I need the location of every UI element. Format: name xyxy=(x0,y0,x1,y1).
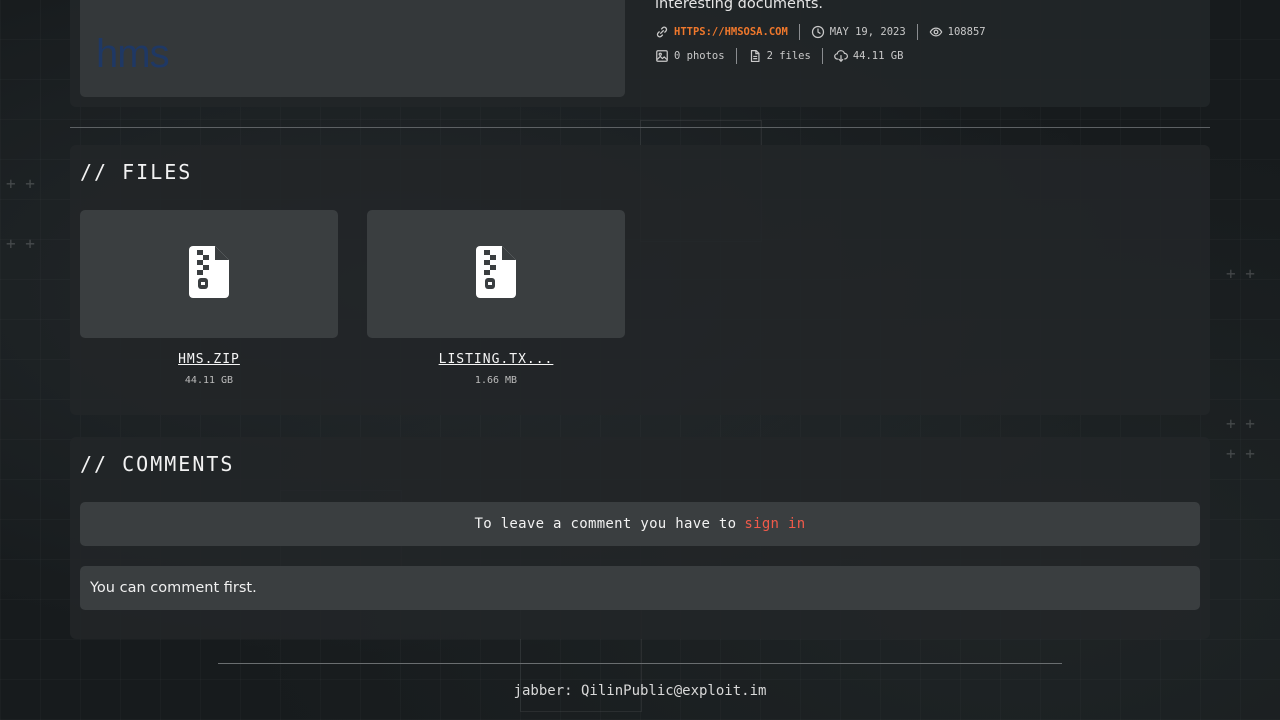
file-tile[interactable] xyxy=(367,210,625,338)
file-icon xyxy=(748,49,762,63)
files-meta: 2 files xyxy=(748,49,811,63)
file-tile[interactable] xyxy=(80,210,338,338)
file-zipper-icon xyxy=(189,246,229,302)
thumbnail-overlay xyxy=(80,0,625,97)
background-decoration: + + xyxy=(6,234,35,253)
comments-section-title: // COMMENTS xyxy=(80,452,235,476)
eye-icon xyxy=(929,25,943,39)
website-meta[interactable]: HTTPS://HMSOSA.COM xyxy=(655,25,788,39)
empty-comments-message: You can comment first. xyxy=(80,566,1200,610)
view-count: 108857 xyxy=(947,26,986,38)
views-meta: 108857 xyxy=(929,25,986,39)
files-count: 2 files xyxy=(766,50,811,62)
background-decoration: + + xyxy=(1226,264,1255,283)
meta-separator xyxy=(821,48,823,64)
signin-prompt-text: To leave a comment you have to xyxy=(474,516,737,532)
post-description: interesting documents. xyxy=(655,0,823,12)
meta-separator xyxy=(735,48,737,64)
clock-icon xyxy=(811,25,825,39)
file-size: 1.66 MB xyxy=(474,375,518,386)
date-meta: MAY 19, 2023 xyxy=(811,25,906,39)
meta-separator xyxy=(916,24,918,40)
footer-contact: jabber: QilinPublic@exploit.im xyxy=(513,683,767,699)
image-icon xyxy=(655,49,669,63)
meta-separator xyxy=(798,24,800,40)
file-name-link[interactable]: HMS.ZIP xyxy=(80,352,338,367)
empty-comments-text: You can comment first. xyxy=(90,580,257,596)
cloud-download-icon xyxy=(834,49,848,63)
background-decoration: + + xyxy=(1226,444,1255,463)
post-meta-row-2: 0 photos 2 files 44.11 GB xyxy=(655,48,903,64)
photos-meta: 0 photos xyxy=(655,49,725,63)
files-section-title: // FILES xyxy=(80,160,193,184)
background-decoration: + + xyxy=(6,174,35,193)
file-name-link[interactable]: LISTING.TX... xyxy=(367,352,625,367)
total-size: 44.11 GB xyxy=(852,50,904,62)
post-meta-row-1: HTTPS://HMSOSA.COM MAY 19, 2023 108857 xyxy=(655,24,986,40)
photos-count: 0 photos xyxy=(674,50,725,62)
file-size: 44.11 GB xyxy=(184,375,234,386)
size-meta: 44.11 GB xyxy=(834,49,904,63)
website-link[interactable]: HTTPS://HMSOSA.COM xyxy=(674,26,788,38)
post-date: MAY 19, 2023 xyxy=(829,26,906,38)
post-thumbnail[interactable]: hms xyxy=(80,0,625,97)
link-icon xyxy=(655,25,669,39)
footer-divider xyxy=(218,663,1062,664)
background-decoration: + + xyxy=(1226,414,1255,433)
section-divider xyxy=(70,127,1210,128)
signin-link[interactable]: sign in xyxy=(744,516,805,532)
file-zipper-icon xyxy=(476,246,516,302)
signin-prompt-bar: To leave a comment you have to sign in xyxy=(80,502,1200,546)
